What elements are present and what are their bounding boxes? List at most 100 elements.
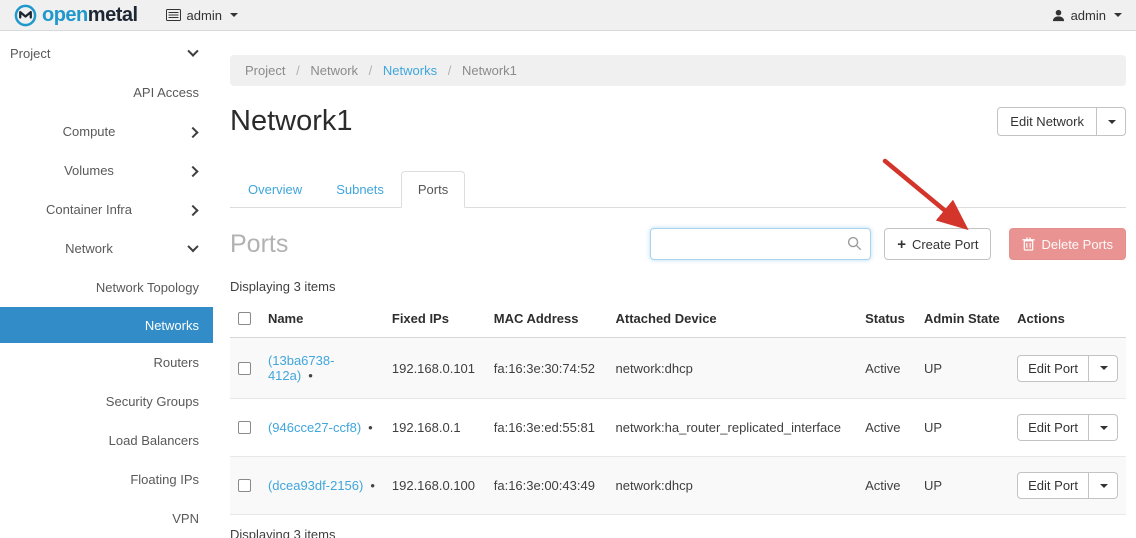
bullet-glyph: • — [368, 420, 373, 435]
chevron-down-icon — [187, 45, 198, 56]
search-icon — [847, 236, 862, 254]
table-row: (946cce27-ccf8) • 192.168.0.1 fa:16:3e:ed… — [230, 399, 1126, 457]
project-context-dropdown[interactable]: admin — [166, 8, 238, 23]
ports-section-heading: Ports — [230, 230, 288, 259]
status-cell: Active — [857, 457, 916, 515]
port-name-link[interactable]: (dcea93df-2156) — [268, 478, 363, 493]
sidebar-item-network[interactable]: Network — [0, 229, 213, 268]
port-name-link[interactable]: (946cce27-ccf8) — [268, 420, 361, 435]
plus-icon: + — [897, 237, 906, 252]
caret-down-icon — [230, 13, 238, 17]
breadcrumb-network1: Network1 — [462, 63, 517, 78]
edit-port-dropdown-toggle[interactable] — [1089, 472, 1118, 499]
fixed-ip-cell: 192.168.0.101 — [384, 338, 486, 399]
user-label: admin — [1071, 8, 1106, 23]
admin-state-cell: UP — [916, 338, 1009, 399]
mac-cell: fa:16:3e:ed:55:81 — [486, 399, 608, 457]
main-content: Project / Network / Networks / Network1 … — [213, 31, 1136, 538]
chevron-down-icon — [187, 241, 198, 252]
sidebar-item-routers[interactable]: Routers — [0, 343, 213, 382]
attached-device-cell: network:dhcp — [608, 338, 858, 399]
items-count-top: Displaying 3 items — [230, 279, 1126, 294]
column-header-actions: Actions — [1009, 303, 1126, 338]
breadcrumb: Project / Network / Networks / Network1 — [230, 55, 1126, 86]
tab-overview[interactable]: Overview — [231, 171, 319, 208]
page-title: Network1 — [230, 105, 353, 137]
chevron-right-icon — [187, 204, 198, 215]
brand-metal-text: metal — [88, 4, 138, 26]
caret-down-icon — [1100, 426, 1108, 430]
top-navbar: openmetal admin admin — [0, 0, 1136, 31]
edit-port-dropdown-toggle[interactable] — [1089, 355, 1118, 382]
table-header-row: Name Fixed IPs MAC Address Attached Devi… — [230, 303, 1126, 338]
column-header-attached-device[interactable]: Attached Device — [608, 303, 858, 338]
context-label: admin — [187, 8, 222, 23]
attached-device-cell: network:ha_router_replicated_interface — [608, 399, 858, 457]
caret-down-icon — [1100, 484, 1108, 488]
column-header-status[interactable]: Status — [857, 303, 916, 338]
detail-tabs: Overview Subnets Ports — [230, 171, 1126, 208]
select-all-checkbox[interactable] — [238, 312, 251, 325]
sidebar-item-project[interactable]: Project — [0, 34, 213, 73]
sidebar-item-vpn[interactable]: VPN — [0, 499, 213, 538]
edit-network-button[interactable]: Edit Network — [997, 107, 1097, 136]
openmetal-logo[interactable]: openmetal — [14, 4, 138, 27]
row-checkbox[interactable] — [238, 479, 251, 492]
chevron-right-icon — [187, 126, 198, 137]
delete-ports-button[interactable]: Delete Ports — [1009, 228, 1126, 260]
edit-port-dropdown-toggle[interactable] — [1089, 414, 1118, 441]
table-row: (13ba6738-412a)• 192.168.0.101 fa:16:3e:… — [230, 338, 1126, 399]
trash-icon — [1022, 237, 1035, 251]
domain-list-icon — [166, 9, 181, 21]
ports-search-input[interactable] — [650, 228, 871, 260]
breadcrumb-project: Project — [245, 63, 285, 78]
caret-down-icon — [1114, 13, 1122, 17]
fixed-ip-cell: 192.168.0.1 — [384, 399, 486, 457]
mac-cell: fa:16:3e:00:43:49 — [486, 457, 608, 515]
sidebar-item-compute[interactable]: Compute — [0, 112, 213, 151]
admin-state-cell: UP — [916, 399, 1009, 457]
caret-down-icon — [1108, 120, 1116, 124]
edit-network-dropdown-toggle[interactable] — [1097, 107, 1126, 136]
status-cell: Active — [857, 399, 916, 457]
column-header-mac[interactable]: MAC Address — [486, 303, 608, 338]
sidebar-item-security-groups[interactable]: Security Groups — [0, 382, 213, 421]
mac-cell: fa:16:3e:30:74:52 — [486, 338, 608, 399]
openmetal-logo-mark-icon — [14, 4, 37, 27]
column-header-name[interactable]: Name — [260, 303, 384, 338]
sidebar-item-container-infra[interactable]: Container Infra — [0, 190, 213, 229]
user-icon — [1052, 9, 1065, 22]
tab-subnets[interactable]: Subnets — [319, 171, 401, 208]
bullet-glyph: • — [370, 478, 375, 493]
chevron-right-icon — [187, 165, 198, 176]
row-checkbox[interactable] — [238, 421, 251, 434]
column-header-fixed-ips[interactable]: Fixed IPs — [384, 303, 486, 338]
tab-ports[interactable]: Ports — [401, 171, 465, 208]
user-menu-dropdown[interactable]: admin — [1052, 8, 1122, 23]
column-header-admin-state[interactable]: Admin State — [916, 303, 1009, 338]
sidebar-project-label: Project — [10, 46, 50, 61]
breadcrumb-network: Network — [310, 63, 358, 78]
status-cell: Active — [857, 338, 916, 399]
bullet-glyph: • — [308, 368, 313, 383]
edit-port-button[interactable]: Edit Port — [1017, 472, 1089, 499]
attached-device-cell: network:dhcp — [608, 457, 858, 515]
caret-down-icon — [1100, 366, 1108, 370]
port-name-link[interactable]: (13ba6738-412a) — [268, 353, 335, 383]
sidebar-item-networks-active[interactable]: Networks — [0, 307, 213, 343]
admin-state-cell: UP — [916, 457, 1009, 515]
edit-port-button[interactable]: Edit Port — [1017, 414, 1089, 441]
table-row: (dcea93df-2156)• 192.168.0.100 fa:16:3e:… — [230, 457, 1126, 515]
sidebar-item-floating-ips[interactable]: Floating IPs — [0, 460, 213, 499]
sidebar-item-network-topology[interactable]: Network Topology — [0, 268, 213, 307]
row-checkbox[interactable] — [238, 362, 251, 375]
sidebar-item-volumes[interactable]: Volumes — [0, 151, 213, 190]
ports-table: Name Fixed IPs MAC Address Attached Devi… — [230, 303, 1126, 515]
sidebar-item-api-access[interactable]: API Access — [0, 73, 213, 112]
create-port-button[interactable]: + Create Port — [884, 228, 991, 260]
edit-port-button[interactable]: Edit Port — [1017, 355, 1089, 382]
breadcrumb-networks-link[interactable]: Networks — [383, 63, 437, 78]
brand-open-text: open — [42, 4, 88, 26]
sidebar-nav: Project API Access Compute Volumes Conta… — [0, 31, 213, 538]
sidebar-item-load-balancers[interactable]: Load Balancers — [0, 421, 213, 460]
